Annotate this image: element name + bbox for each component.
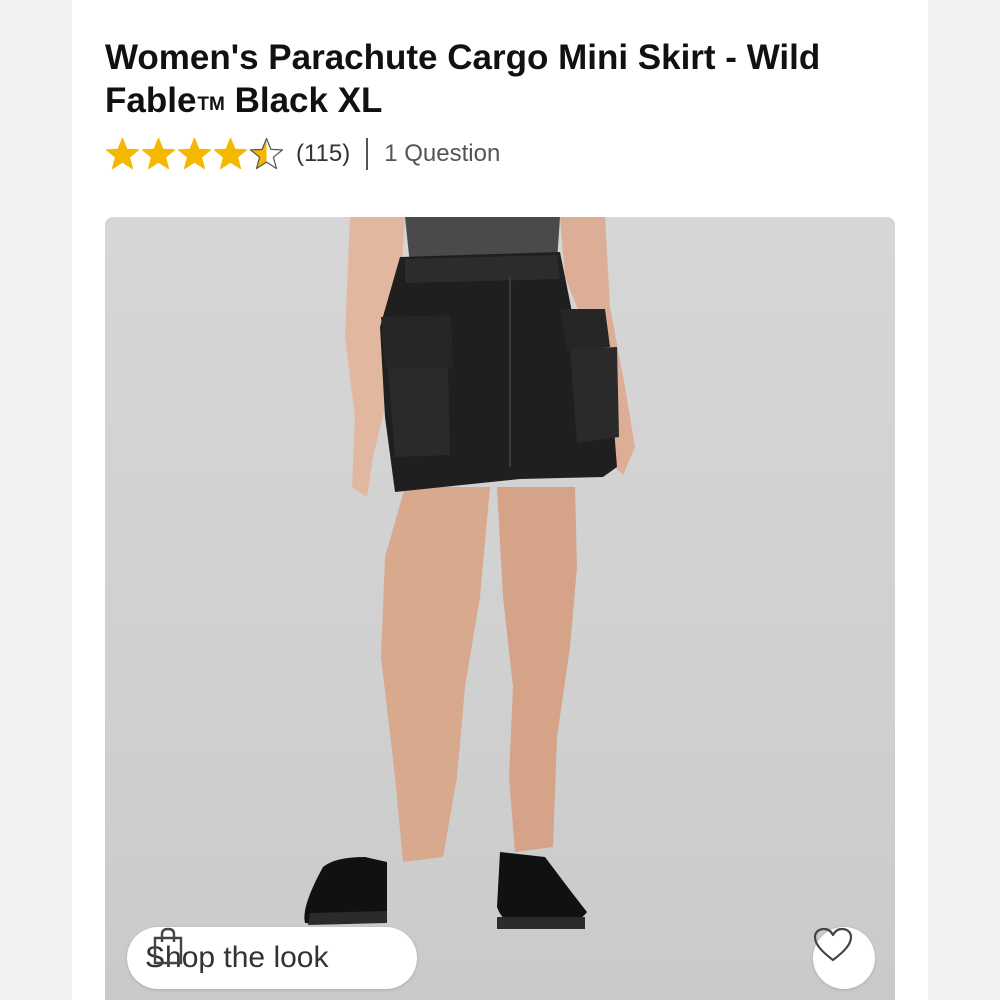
model-photo [304, 217, 635, 929]
star-icon [213, 137, 248, 170]
star-icon [249, 137, 284, 170]
star-icon [177, 137, 212, 170]
shopping-bag-icon [153, 927, 183, 965]
shop-the-look-button[interactable]: Shop the look [127, 927, 417, 989]
trademark-mark: TM [197, 94, 225, 115]
product-card: Women's Parachute Cargo Mini Skirt - Wil… [72, 0, 928, 1000]
star-rating[interactable] [105, 137, 284, 171]
review-count[interactable]: (115) [296, 140, 350, 168]
star-icon [141, 137, 176, 170]
product-image[interactable]: Shop the look [105, 217, 895, 1000]
product-title-rest: Black XL [224, 81, 383, 120]
heart-icon [813, 927, 853, 962]
questions-link[interactable]: 1 Question [384, 140, 500, 168]
rating-row[interactable]: (115) 1 Question [105, 137, 500, 171]
product-title: Women's Parachute Cargo Mini Skirt - Wil… [105, 36, 895, 126]
rating-divider [366, 138, 369, 170]
star-icon [105, 137, 140, 170]
favorite-button[interactable] [813, 927, 875, 989]
